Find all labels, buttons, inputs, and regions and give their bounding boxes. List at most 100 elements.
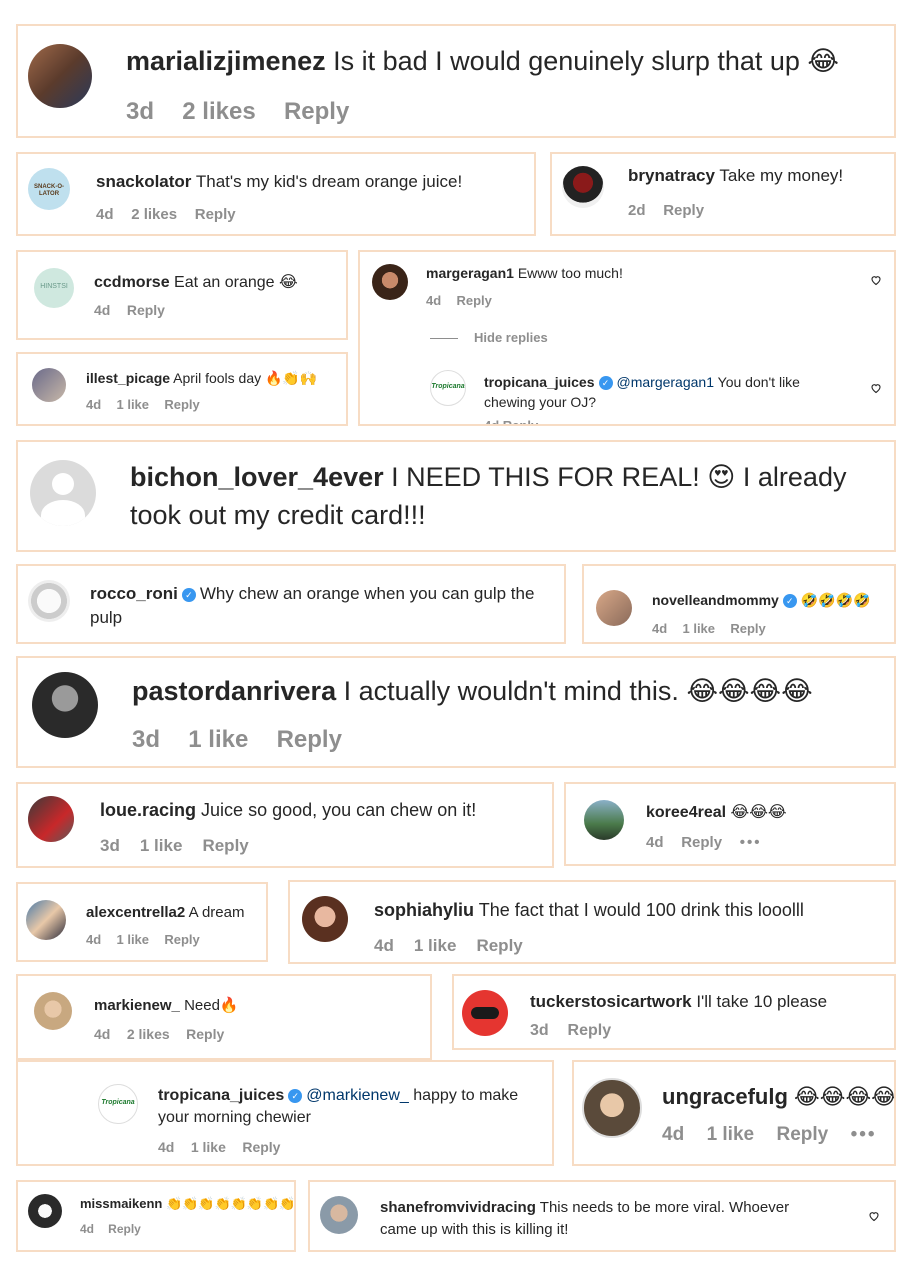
more-options-icon[interactable]: •••	[851, 1124, 877, 1145]
comment-card-illest_picage: illest_picage April fools day 🔥👏🙌 4d 1 l…	[16, 352, 348, 426]
reply-button[interactable]: Reply	[681, 834, 722, 851]
comment-text-line2: came up with this is killing it!	[380, 1221, 569, 1238]
more-options-icon[interactable]: •••	[740, 834, 762, 851]
reply-button[interactable]: Reply	[164, 397, 199, 412]
reply-button[interactable]: Reply	[730, 621, 765, 636]
avatar[interactable]	[320, 1196, 358, 1234]
avatar[interactable]	[584, 800, 624, 840]
comment-likes[interactable]: 1 like	[191, 1139, 226, 1155]
avatar[interactable]	[28, 580, 70, 622]
reply-button[interactable]: Reply	[476, 936, 522, 955]
avatar[interactable]	[582, 1078, 642, 1138]
comment-username[interactable]: ungracefulg	[662, 1084, 788, 1109]
comment-text-line2: your morning chewier	[158, 1109, 311, 1126]
avatar[interactable]	[28, 44, 92, 108]
comment-username[interactable]: alexcentrella2	[86, 904, 185, 921]
avatar-tropicana[interactable]: Tropicana	[430, 370, 466, 406]
reply-button[interactable]: Reply	[277, 726, 342, 753]
comment-username[interactable]: bichon_lover_4ever	[130, 462, 384, 492]
avatar[interactable]: SNACK-O-LATOR	[28, 168, 70, 210]
avatar[interactable]	[26, 900, 66, 940]
reply-button[interactable]: Reply	[202, 836, 248, 855]
comment-time: 3d	[132, 726, 161, 753]
verified-badge-icon: ✓	[181, 587, 196, 602]
reply-button[interactable]: Reply	[663, 202, 704, 219]
avatar[interactable]	[28, 1194, 62, 1228]
laughing-emoji: 😂😂😂😂	[686, 676, 813, 707]
comment-card-tuckerstosicartwork: tuckerstosicartwork I'll take 10 please …	[452, 974, 896, 1050]
comment-likes[interactable]: 2 likes	[131, 206, 177, 223]
comment-username[interactable]: margeragan1	[426, 265, 514, 281]
fire-clap-emoji: 🔥👏🙌	[265, 371, 318, 387]
comment-likes[interactable]: 1 like	[414, 936, 457, 955]
comment-card-loue.racing: loue.racing Juice so good, you can chew …	[16, 782, 554, 868]
comment-likes[interactable]: 1 like	[707, 1124, 755, 1145]
avatar[interactable]	[34, 992, 72, 1030]
avatar-tropicana[interactable]: Tropicana	[98, 1084, 138, 1124]
comment-username[interactable]: pastordanrivera	[132, 676, 336, 706]
comment-username[interactable]: loue.racing	[100, 800, 196, 820]
reply-button[interactable]: Reply	[456, 293, 491, 308]
avatar[interactable]	[28, 796, 74, 842]
avatar[interactable]	[32, 368, 66, 402]
comment-username[interactable]: koree4real	[646, 804, 726, 821]
comment-likes[interactable]: 1 like	[140, 836, 183, 855]
mention-link[interactable]: @markienew_	[306, 1087, 409, 1104]
comment-username[interactable]: markienew_	[94, 997, 180, 1014]
comment-username[interactable]: marializjimenez	[126, 46, 326, 76]
avatar[interactable]	[302, 896, 348, 942]
mention-link[interactable]: @margeragan1	[617, 374, 715, 390]
avatar[interactable]	[32, 672, 98, 738]
comment-username[interactable]: tropicana_juices	[158, 1087, 284, 1104]
avatar-placeholder[interactable]	[30, 460, 96, 526]
comment-username[interactable]: shanefromvividracing	[380, 1199, 536, 1216]
comment-username[interactable]: tuckerstosicartwork	[530, 992, 692, 1011]
avatar[interactable]	[596, 590, 632, 626]
comment-time: 4d	[158, 1139, 175, 1155]
reply-button[interactable]: Reply	[108, 1222, 141, 1236]
reply-button[interactable]: Reply	[568, 1022, 612, 1039]
reply-button[interactable]: Reply	[186, 1026, 224, 1042]
comment-card-snackolator: SNACK-O-LATOR snackolator That's my kid'…	[16, 152, 536, 236]
comment-username[interactable]: rocco_roni	[90, 584, 178, 603]
comment-time: 4d	[426, 293, 442, 308]
reply-button[interactable]: Reply	[195, 206, 236, 223]
reply-button[interactable]: Reply	[284, 98, 349, 125]
comment-likes[interactable]: 1 like	[682, 621, 715, 636]
avatar[interactable]	[462, 990, 508, 1036]
comment-text: Eat an orange	[174, 274, 275, 291]
comment-username[interactable]: sophiahyliu	[374, 900, 474, 920]
avatar[interactable]	[562, 166, 604, 208]
reply-button[interactable]: Reply	[242, 1139, 280, 1155]
comment-likes[interactable]: 1 like	[188, 726, 248, 753]
reply-username[interactable]: tropicana_juices	[484, 374, 595, 390]
comment-text: happy to make	[413, 1087, 519, 1104]
comment-username[interactable]: novelleandmommy	[652, 592, 779, 608]
avatar[interactable]: HINSTSI	[34, 268, 74, 308]
replies-divider	[430, 338, 458, 339]
fire-emoji: 🔥	[219, 996, 239, 1014]
heart-outline-icon[interactable]	[868, 1210, 880, 1222]
reply-button[interactable]: Reply	[776, 1124, 828, 1145]
reply-text-line2: chewing your OJ?	[484, 394, 597, 410]
comment-username[interactable]: illest_picage	[86, 370, 170, 386]
comment-likes[interactable]: 2 likes	[182, 98, 255, 125]
reply-button[interactable]: Reply	[164, 932, 199, 947]
comment-likes[interactable]: 1 like	[116, 397, 149, 412]
hide-replies-button[interactable]: Hide replies	[474, 330, 548, 345]
comment-time: 4d	[86, 397, 102, 412]
verified-badge-icon: ✓	[782, 594, 797, 609]
tropicana-logo-text: Tropicana	[431, 383, 465, 390]
comment-text-line2: took out my credit card!!!	[130, 500, 426, 530]
comment-username[interactable]: ccdmorse	[94, 274, 170, 291]
reply-button[interactable]: Reply	[127, 302, 165, 318]
comment-username[interactable]: snackolator	[96, 172, 191, 191]
heart-outline-icon[interactable]	[870, 274, 882, 286]
comment-username[interactable]: brynatracy	[628, 166, 715, 185]
heart-outline-icon[interactable]	[870, 382, 882, 394]
avatar[interactable]	[372, 264, 408, 300]
comment-likes[interactable]: 1 like	[116, 932, 149, 947]
comment-username[interactable]: missmaikenn	[80, 1196, 162, 1211]
comment-likes[interactable]: 2 likes	[127, 1026, 170, 1042]
comment-time: 3d	[530, 1022, 549, 1039]
